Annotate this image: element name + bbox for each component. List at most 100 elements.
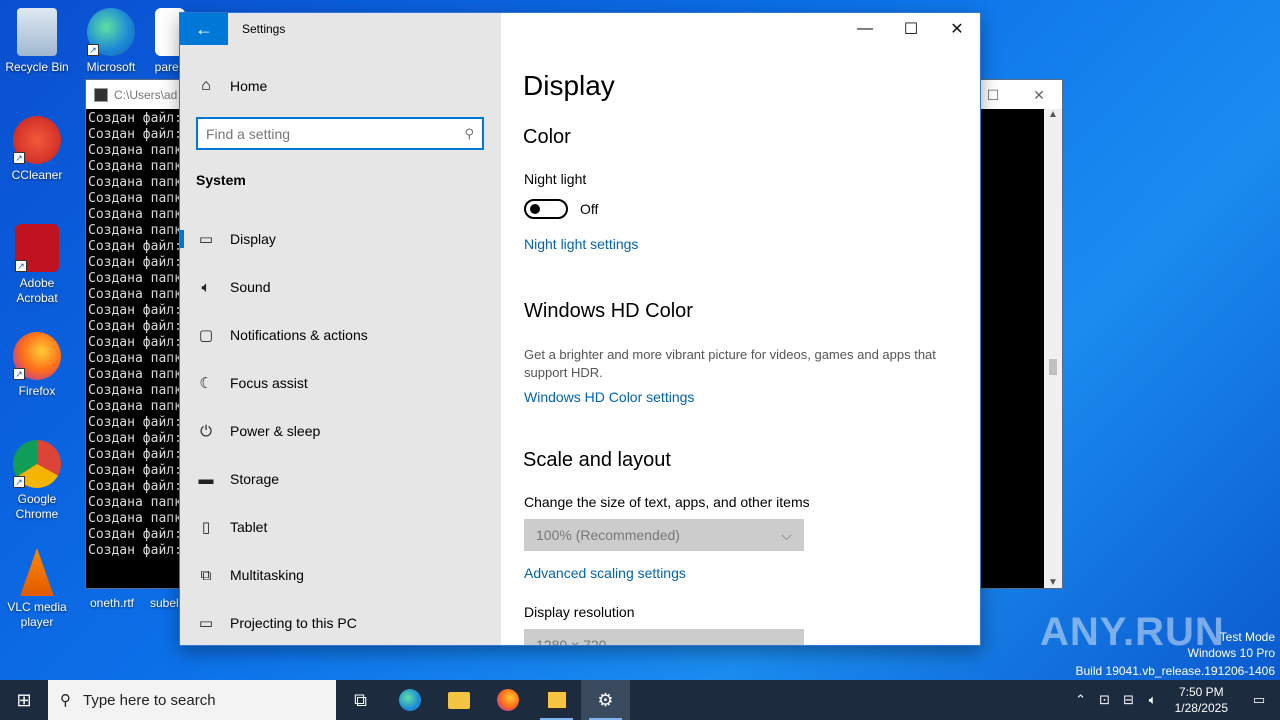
night-light-toggle-row: Off xyxy=(524,199,598,219)
nav-item-label: Sound xyxy=(230,279,271,295)
nav-home-label: Home xyxy=(230,78,268,94)
nav-section-title: System xyxy=(196,172,246,188)
taskbar-console[interactable] xyxy=(532,680,581,720)
scroll-up-icon[interactable]: ▲ xyxy=(1044,109,1062,120)
scroll-down-icon[interactable]: ▼ xyxy=(1044,577,1062,588)
minimize-button[interactable]: — xyxy=(842,13,888,45)
scale-heading: Scale and layout xyxy=(523,449,671,471)
nav-item-label: Multitasking xyxy=(230,567,304,583)
nav-home[interactable]: ⌂ Home xyxy=(196,77,267,95)
hdr-heading: Windows HD Color xyxy=(524,300,693,322)
night-light-toggle[interactable] xyxy=(524,199,568,219)
clock[interactable]: 7:50 PM 1/28/2025 xyxy=(1175,684,1228,716)
nav-item-power-sleep[interactable]: ⏻ Power & sleep xyxy=(180,407,501,455)
firefox-icon: ↗ xyxy=(13,332,61,380)
search-box[interactable]: ⚲ xyxy=(196,117,484,150)
nav-item-display[interactable]: ▭ Display xyxy=(180,215,501,263)
system-tray: ⌃ ⊡ ⊟ 🔈︎ 7:50 PM 1/28/2025 ▭ xyxy=(1069,680,1280,720)
desktop-icon-label: subel xyxy=(150,596,179,610)
console-app-icon xyxy=(94,87,108,102)
nav-item-focus-assist[interactable]: ☾ Focus assist xyxy=(180,359,501,407)
taskbar-search[interactable]: ⚲ Type here to search xyxy=(48,680,336,720)
nav-item-label: Power & sleep xyxy=(230,423,321,439)
taskbar: ⊞ ⚲ Type here to search ⧉ ⚙ ⌃ ⊡ ⊟ 🔈︎ 7:5… xyxy=(0,680,1280,720)
nav-list: ▭ Display 🔈︎ Sound ▢ Notifications & act… xyxy=(180,215,501,645)
start-button[interactable]: ⊞ xyxy=(0,680,48,720)
taskbar-file-explorer[interactable] xyxy=(434,680,483,720)
ccleaner-icon: ↗ xyxy=(13,116,61,164)
scale-dropdown[interactable]: 100% (Recommended) ⌵ xyxy=(524,519,804,551)
storage-icon: ▬ xyxy=(198,470,214,488)
advanced-scaling-link[interactable]: Advanced scaling settings xyxy=(524,565,686,581)
settings-nav-pane: ⌂ Home ⚲ System ▭ Display 🔈︎ Sound ▢ Not… xyxy=(180,13,501,645)
gear-icon: ⚙ xyxy=(597,689,614,710)
nav-item-sound[interactable]: 🔈︎ Sound xyxy=(180,263,501,311)
hdr-settings-link[interactable]: Windows HD Color settings xyxy=(524,389,694,405)
device-icon[interactable]: ⊡ xyxy=(1093,692,1117,708)
nav-item-label: Notifications & actions xyxy=(230,327,368,343)
desktop-icon-firefox[interactable]: ↗ Firefox xyxy=(1,332,73,399)
multitasking-icon: ⧉ xyxy=(200,566,212,584)
desktop-icon-label: CCleaner xyxy=(11,168,63,182)
console-title: C:\Users\ad xyxy=(114,87,178,102)
chevron-up-icon[interactable]: ⌃ xyxy=(1069,692,1093,708)
taskbar-settings[interactable]: ⚙ xyxy=(581,680,630,720)
clock-time: 7:50 PM xyxy=(1178,685,1224,699)
back-button[interactable]: ← xyxy=(180,13,228,45)
desktop-icon-edge[interactable]: ↗ Microsoft Edge xyxy=(75,8,147,74)
back-arrow-icon: ← xyxy=(195,18,213,39)
taskbar-edge[interactable] xyxy=(385,680,434,720)
page-title: Display xyxy=(523,70,615,101)
color-heading: Color xyxy=(523,126,571,148)
maximize-button[interactable]: ☐ xyxy=(888,13,934,45)
volume-icon[interactable]: 🔈︎ xyxy=(1141,692,1165,708)
desktop-icon-label: Firefox xyxy=(18,384,56,398)
window-title: Settings xyxy=(242,22,286,36)
console-scrollbar[interactable]: ▲ ▼ xyxy=(1044,109,1062,588)
desktop-icon-label: oneth.rtf xyxy=(89,596,135,610)
desktop-icon-vlc[interactable]: VLC media player xyxy=(1,548,73,630)
desktop-icon-label: Google Chrome xyxy=(15,492,59,521)
search-input[interactable] xyxy=(206,125,465,142)
scale-label: Change the size of text, apps, and other… xyxy=(524,494,810,510)
moon-icon: ☾ xyxy=(199,375,213,392)
scroll-thumb[interactable] xyxy=(1049,359,1057,375)
desktop-icon-subel[interactable]: subel xyxy=(150,596,180,611)
test-mode-label: Test Mode xyxy=(1219,630,1275,644)
task-view-button[interactable]: ⧉ xyxy=(336,680,385,720)
console-close-button[interactable]: ✕ xyxy=(1016,84,1062,106)
notification-icon: ▢ xyxy=(198,327,214,344)
notification-center-icon[interactable]: ▭ xyxy=(1238,692,1280,708)
settings-titlebar[interactable]: ← Settings — ☐ ✕ xyxy=(180,13,980,45)
home-icon: ⌂ xyxy=(201,77,211,94)
nav-item-label: Display xyxy=(230,231,276,247)
firefox-icon xyxy=(496,689,519,711)
resolution-dropdown[interactable]: 1280 × 720 ⌵ xyxy=(524,629,804,645)
desktop-icon-ccleaner[interactable]: ↗ CCleaner xyxy=(1,116,73,183)
acrobat-icon: ↗ xyxy=(15,224,59,272)
desktop-icon-chrome[interactable]: ↗ Google Chrome xyxy=(1,440,73,522)
nav-item-projecting[interactable]: ▭ Projecting to this PC xyxy=(180,599,501,645)
desktop-icon-oneth[interactable]: oneth.rtf xyxy=(76,596,148,611)
taskbar-firefox[interactable] xyxy=(483,680,532,720)
windows-logo-icon: ⊞ xyxy=(16,689,32,710)
desktop-icon-label: Microsoft Edge xyxy=(86,60,136,74)
desktop-icon-acrobat[interactable]: ↗ Adobe Acrobat xyxy=(1,224,73,306)
monitor-icon: ▭ xyxy=(198,231,214,248)
night-light-settings-link[interactable]: Night light settings xyxy=(524,236,638,252)
desktop-icon-label: Recycle Bin xyxy=(5,60,69,74)
taskbar-search-placeholder: Type here to search xyxy=(83,691,216,709)
nav-item-notifications[interactable]: ▢ Notifications & actions xyxy=(180,311,501,359)
chevron-down-icon: ⌵ xyxy=(781,526,792,543)
nav-item-storage[interactable]: ▬ Storage xyxy=(180,455,501,503)
edge-icon xyxy=(398,689,421,711)
close-button[interactable]: ✕ xyxy=(934,13,980,45)
windows-edition-label: Windows 10 Pro xyxy=(1187,646,1275,660)
scale-dropdown-value: 100% (Recommended) xyxy=(536,527,680,543)
desktop-icon-recycle-bin[interactable]: Recycle Bin xyxy=(1,8,73,75)
nav-item-label: Projecting to this PC xyxy=(230,615,357,631)
settings-window[interactable]: ⌂ Home ⚲ System ▭ Display 🔈︎ Sound ▢ Not… xyxy=(179,12,981,646)
nav-item-multitasking[interactable]: ⧉ Multitasking xyxy=(180,551,501,599)
nav-item-tablet[interactable]: ▯ Tablet xyxy=(180,503,501,551)
network-icon[interactable]: ⊟ xyxy=(1117,692,1141,708)
